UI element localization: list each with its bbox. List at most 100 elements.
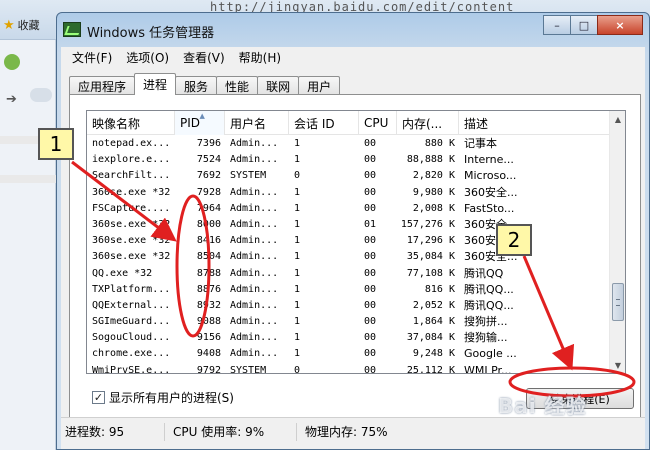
table-cell: 8876	[196, 283, 221, 295]
table-cell: 8000	[196, 218, 221, 230]
menu-file[interactable]: 文件(F)	[65, 49, 119, 66]
table-cell: 00	[364, 186, 377, 198]
scroll-down-icon[interactable]: ▼	[611, 357, 625, 373]
checkbox-box[interactable]: ✓	[92, 391, 105, 404]
table-row[interactable]: WmiPrvSE.e... 9792 SYSTEM 0 00 25,112 K WMI Pr…	[87, 363, 611, 374]
show-all-users-checkbox[interactable]: ✓ 显示所有用户的进程(S)	[92, 389, 234, 406]
table-cell: 7524	[196, 154, 221, 166]
table-cell: QQ.exe *32	[92, 267, 153, 279]
tab-applications[interactable]: 应用程序	[69, 76, 136, 95]
task-manager-window: Windows 任务管理器 – □ × 文件(F) 选项(O) 查看(V) 帮助…	[56, 12, 650, 450]
table-cell: Google ...	[464, 347, 517, 361]
table-row[interactable]: SearchFilt... 7692 SYSTEM 0 00 2,820 K Microso…	[87, 168, 611, 184]
table-cell: 1	[294, 348, 301, 360]
table-cell: 7692	[196, 170, 221, 182]
tab-services[interactable]: 服务	[175, 76, 218, 95]
table-cell: 157,276 K	[400, 218, 455, 230]
cloud-icon	[30, 88, 52, 102]
menu-view[interactable]: 查看(V)	[176, 49, 232, 66]
table-cell: 00	[364, 235, 377, 247]
table-cell: 8504	[196, 251, 221, 263]
title-bar[interactable]: Windows 任务管理器 – □ ×	[57, 13, 649, 47]
table-cell: 2,052 K	[412, 299, 455, 311]
vertical-scrollbar[interactable]: ▲ ▼	[609, 111, 625, 373]
scroll-up-icon[interactable]: ▲	[611, 111, 625, 127]
tab-users[interactable]: 用户	[298, 76, 341, 95]
table-cell: 00	[364, 138, 377, 149]
table-cell: SYSTEM	[230, 170, 267, 182]
table-cell: SGImeGuard...	[92, 316, 171, 328]
tab-networking[interactable]: 联网	[257, 76, 300, 95]
column-image-name[interactable]: 映像名称	[87, 111, 175, 135]
tab-processes[interactable]: 进程	[134, 73, 177, 95]
table-cell: 9088	[196, 316, 221, 328]
menu-help[interactable]: 帮助(H)	[232, 49, 288, 66]
table-row[interactable]: QQ.exe *32 8788 Admin... 1 00 77,108 K 腾讯QQ	[87, 266, 611, 282]
status-process-count: 进程数: 95	[61, 422, 165, 441]
baidu-watermark: Bai 经验	[498, 394, 587, 418]
table-cell: iexplore.e...	[92, 154, 171, 166]
scroll-thumb[interactable]	[612, 283, 624, 321]
table-row[interactable]: SGImeGuard... 9088 Admin... 1 00 1,864 K 搜狗拼..…	[87, 314, 611, 330]
table-row[interactable]: 360se.exe *32 8504 Admin... 1 00 35,084 K 360安…	[87, 249, 611, 265]
arrow-icon[interactable]: ➔	[6, 92, 17, 107]
sidebar-divider	[0, 175, 56, 183]
table-row[interactable]: QQExternal... 8932 Admin... 1 00 2,052 K 腾讯QQ.…	[87, 298, 611, 314]
table-cell: TXPlatform...	[92, 283, 171, 295]
table-cell: 2,820 K	[412, 170, 455, 182]
minimize-button[interactable]: –	[543, 15, 571, 35]
table-row[interactable]: 360se.exe *32 8000 Admin... 1 01 157,276 K 360…	[87, 217, 611, 233]
table-row[interactable]: chrome.exe... 9408 Admin... 1 00 9,248 K Googl…	[87, 346, 611, 362]
table-cell: 360安全...	[464, 234, 518, 248]
table-row[interactable]: notepad.ex... 7396 Admin... 1 00 880 K 记事本	[87, 136, 611, 152]
table-cell: Admin...	[230, 138, 279, 149]
table-cell: 360se.exe *32	[92, 235, 171, 247]
table-cell: Interne...	[464, 153, 514, 167]
processes-panel: 映像名称 ▲ PID 用户名 会话 ID CPU 内存(... 描述 notep…	[69, 94, 641, 418]
table-cell: 1	[294, 235, 301, 247]
status-bar: 进程数: 95 CPU 使用率: 9% 物理内存: 75%	[61, 417, 645, 445]
table-cell: 35,084 K	[406, 251, 455, 263]
table-cell: Admin...	[230, 154, 279, 166]
table-row[interactable]: SogouCloud... 9156 Admin... 1 00 37,084 K 搜狗输.…	[87, 330, 611, 346]
table-row[interactable]: iexplore.e... 7524 Admin... 1 00 88,888 K Inte…	[87, 152, 611, 168]
table-cell: 0	[294, 170, 301, 182]
favorites-button[interactable]: ★ 收藏	[0, 14, 56, 36]
annotation-badge-2: 2	[496, 224, 532, 256]
table-row[interactable]: TXPlatform... 8876 Admin... 1 00 816 K 腾讯QQ...	[87, 282, 611, 298]
column-pid[interactable]: ▲ PID	[175, 111, 225, 135]
column-cpu[interactable]: CPU	[359, 111, 397, 135]
table-cell: Admin...	[230, 218, 279, 230]
table-cell: 1	[294, 138, 301, 149]
table-cell: 00	[364, 170, 377, 182]
maximize-button[interactable]: □	[570, 15, 598, 35]
table-cell: 01	[364, 218, 377, 230]
column-description[interactable]: 描述	[459, 111, 611, 135]
table-cell: 00	[364, 299, 377, 311]
close-button[interactable]: ×	[597, 15, 643, 35]
table-cell: 1	[294, 218, 301, 230]
process-list[interactable]: 映像名称 ▲ PID 用户名 会话 ID CPU 内存(... 描述 notep…	[86, 110, 626, 374]
column-session-id[interactable]: 会话 ID	[289, 111, 359, 135]
tab-performance[interactable]: 性能	[216, 76, 259, 95]
table-cell: 9156	[196, 332, 221, 344]
table-cell: WMI Pr...	[464, 363, 512, 374]
task-manager-icon	[63, 22, 81, 37]
menu-bar: 文件(F) 选项(O) 查看(V) 帮助(H)	[61, 47, 645, 67]
table-row[interactable]: FSCapture.... 7964 Admin... 1 00 2,008 K FastS…	[87, 201, 611, 217]
menu-options[interactable]: 选项(O)	[119, 49, 176, 66]
table-cell: 17,296 K	[406, 235, 455, 247]
table-cell: 7928	[196, 186, 221, 198]
table-row[interactable]: 360se.exe *32 8416 Admin... 1 00 17,296 K 360安…	[87, 233, 611, 249]
table-cell: Admin...	[230, 348, 279, 360]
table-cell: 880 K	[424, 138, 455, 149]
table-cell: 360se.exe *32	[92, 186, 171, 198]
table-cell: 00	[364, 267, 377, 279]
table-cell: Admin...	[230, 316, 279, 328]
table-cell: Admin...	[230, 332, 279, 344]
table-cell: SogouCloud...	[92, 332, 171, 344]
plus-icon[interactable]	[4, 54, 20, 70]
table-row[interactable]: 360se.exe *32 7928 Admin... 1 00 9,980 K 360安全…	[87, 185, 611, 201]
column-username[interactable]: 用户名	[225, 111, 289, 135]
column-memory[interactable]: 内存(...	[397, 111, 459, 135]
